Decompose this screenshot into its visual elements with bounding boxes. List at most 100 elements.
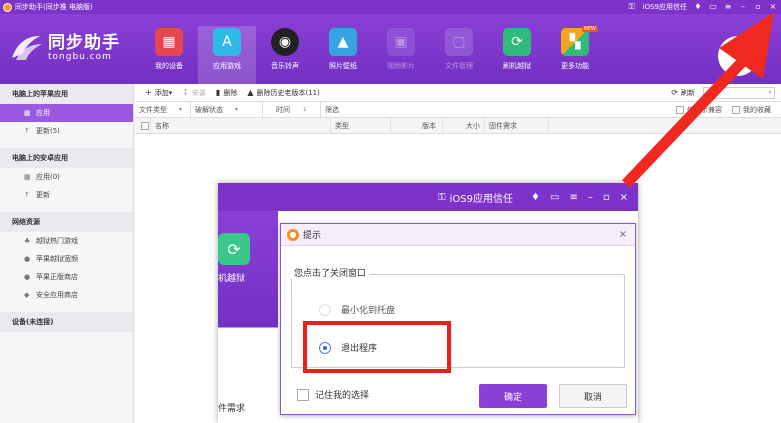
favorites-checkbox[interactable]: 我的收藏 xyxy=(732,105,771,115)
apple-icon: ● xyxy=(24,254,31,263)
nav-music-ringtones[interactable]: ◉ 音乐铃声 xyxy=(256,26,314,84)
refresh-icon: ⟳ xyxy=(503,28,531,56)
chat-icon[interactable]: ▭ xyxy=(550,192,559,203)
time-sort[interactable]: 时间 ↓ xyxy=(263,102,321,117)
column-firmware[interactable]: 固件需求 xyxy=(485,118,549,133)
nav-flash-jailbreak[interactable]: ⟳ 刷机越狱 xyxy=(488,26,546,84)
select-all-checkbox[interactable] xyxy=(135,118,151,133)
apple-icon: ● xyxy=(24,272,31,281)
nav-apps-games[interactable]: A 应用游戏 xyxy=(198,26,256,84)
nav-label: 照片壁纸 xyxy=(329,62,357,70)
title-bar: 同步助手(同步推 电脑版) ⚿ iOS9应用信任 ♦ ▭ ≡ – ▫ × xyxy=(0,0,781,14)
sidebar-item-label: 更新(5) xyxy=(36,127,60,135)
checkbox-label: 我的收藏 xyxy=(743,105,771,114)
sidebar-item-android-updates[interactable]: ↑ 更新 xyxy=(0,186,133,204)
nav-my-device[interactable]: ▦ 我的设备 xyxy=(140,26,198,84)
menu-icon[interactable]: ≡ xyxy=(569,192,577,203)
main-nav: ▦ 我的设备 A 应用游戏 ◉ 音乐铃声 ▲ 照片壁纸 ▣ 视频影片 ▢ 文件管… xyxy=(140,26,604,84)
sidebar-section-android-apps: 电脑上的安卓应用 xyxy=(0,148,133,168)
column-name[interactable]: 名称 xyxy=(151,118,331,133)
sidebar-item-ios-apps[interactable]: ▦ 应用 xyxy=(0,104,133,122)
sidebar-item-jailbreak-broadband[interactable]: ● 苹果越狱宽频 xyxy=(0,250,133,268)
app-logo-icon xyxy=(3,2,12,12)
table-header: 名称 类型 版本 大小 固件需求 xyxy=(135,118,781,134)
firmware-need-label: 件需求 xyxy=(218,404,246,414)
plus-icon: + xyxy=(145,88,152,97)
maximize-icon[interactable]: ▫ xyxy=(603,192,610,203)
sidebar-item-label: 越狱热门游戏 xyxy=(36,237,78,245)
column-size[interactable]: 大小 xyxy=(443,118,485,133)
ok-button[interactable]: 确定 xyxy=(479,384,547,408)
minimize-icon[interactable]: – xyxy=(739,3,747,11)
sidebar-item-label: 更新 xyxy=(36,191,50,199)
minimize-icon[interactable]: – xyxy=(588,192,593,203)
broom-icon: ▲ xyxy=(247,88,254,97)
menu-icon[interactable]: ≡ xyxy=(724,3,732,11)
checkbox-box xyxy=(297,388,309,401)
key-icon: ⚿ xyxy=(438,191,446,203)
crack-status-filter[interactable]: 破解状态 ▾ xyxy=(191,102,263,117)
chevron-down-icon: ▾ xyxy=(179,106,183,113)
nav-file-manager[interactable]: ▢ 文件管理 xyxy=(430,26,488,84)
sidebar-item-ios-updates[interactable]: ↑ 更新(5) xyxy=(0,122,133,140)
remember-choice-checkbox[interactable]: 记住我的选择 xyxy=(297,388,369,401)
cancel-button[interactable]: 取消 xyxy=(559,384,627,408)
add-button[interactable]: + 添加 ▾ xyxy=(145,88,172,98)
prompt-header: ● 提示 × xyxy=(281,224,635,246)
chat-icon[interactable]: ▭ xyxy=(709,3,717,11)
sidebar-item-label: 苹果越狱宽频 xyxy=(36,255,78,263)
title-bar-actions: ⚿ iOS9应用信任 ♦ ▭ ≡ – ▫ × xyxy=(628,2,781,12)
brand-name: 同步助手 xyxy=(48,32,120,53)
show-compatible-checkbox[interactable]: 仅显示兼容 xyxy=(676,105,722,115)
user-avatar[interactable] xyxy=(718,36,758,76)
app-store-icon: A xyxy=(213,28,241,56)
checkbox-label: 仅显示兼容 xyxy=(687,105,722,114)
shirt-icon[interactable]: ♦ xyxy=(694,3,702,11)
search-icon: ⌕ xyxy=(768,88,772,96)
close-icon[interactable]: × xyxy=(619,229,627,240)
music-disc-icon: ◉ xyxy=(271,28,299,56)
file-type-filter[interactable]: 文件类型 ▾ xyxy=(135,102,191,117)
flash-jailbreak-icon: ⟳ xyxy=(218,233,250,265)
close-icon[interactable]: × xyxy=(769,3,777,11)
delete-old-label: 删除历史老版本(11) xyxy=(256,88,320,97)
key-icon: ⚿ xyxy=(628,2,635,11)
filter-bar: 文件类型 ▾ 破解状态 ▾ 时间 ↓ 筛选 仅显示兼容 我的收藏 xyxy=(135,102,781,118)
sidebar-section-network: 网络资源 xyxy=(0,212,133,232)
sidebar-item-android-apps[interactable]: ▦ 应用(0) xyxy=(0,168,133,186)
column-type[interactable]: 类型 xyxy=(331,118,391,133)
prompt-title: 提示 xyxy=(303,231,322,241)
maximize-icon[interactable]: ▫ xyxy=(754,3,762,11)
trust-dialog-controls: ♦ ▭ ≡ – ▫ × xyxy=(531,192,628,203)
apps-grid-icon: ▦ xyxy=(24,108,31,117)
sidebar-item-safe-store[interactable]: ◆ 安全应用商店 xyxy=(0,286,133,304)
delete-label: 删除 xyxy=(223,88,238,97)
shirt-icon[interactable]: ♦ xyxy=(531,192,540,203)
install-button[interactable]: ↧ 安装 xyxy=(182,88,206,98)
sidebar-item-jailbreak-games[interactable]: ♣ 越狱热门游戏 xyxy=(0,232,133,250)
nav-label: 应用游戏 xyxy=(213,62,241,70)
minimize-to-tray-option[interactable]: 最小化到托盘 xyxy=(319,303,395,316)
grid-icon: ▚ xyxy=(561,28,589,56)
column-version[interactable]: 版本 xyxy=(391,118,443,133)
search-input[interactable]: ⌕ xyxy=(703,86,775,99)
install-icon: ↧ xyxy=(182,88,189,97)
brand-domain: tongbu.com xyxy=(48,51,112,62)
trust-dialog-title-text: iOS9应用信任 xyxy=(449,193,514,205)
nav-more-features[interactable]: ▚ NEW 更多功能 xyxy=(546,26,604,84)
close-icon[interactable]: × xyxy=(620,192,628,203)
store-icon: ▦ xyxy=(155,28,183,56)
nav-photos-wallpapers[interactable]: ▲ 照片壁纸 xyxy=(314,26,372,84)
sidebar-item-label: 应用(0) xyxy=(36,173,60,181)
trash-icon: ▮ xyxy=(215,88,221,97)
ios9-trust-link[interactable]: iOS9应用信任 xyxy=(643,2,687,12)
sidebar-item-official-store[interactable]: ● 苹果正版商店 xyxy=(0,268,133,286)
radio-button[interactable] xyxy=(319,303,331,316)
refresh-button[interactable]: ⟳ 刷新 xyxy=(671,88,695,98)
delete-old-versions-button[interactable]: ▲ 删除历史老版本(11) xyxy=(247,88,320,98)
nav-videos[interactable]: ▣ 视频影片 xyxy=(372,26,430,84)
sidebar-section-device: 设备(未连接) xyxy=(0,312,133,332)
delete-button[interactable]: ▮ 删除 xyxy=(216,88,237,98)
checkbox-box xyxy=(676,105,684,114)
checkbox-box xyxy=(140,121,149,130)
